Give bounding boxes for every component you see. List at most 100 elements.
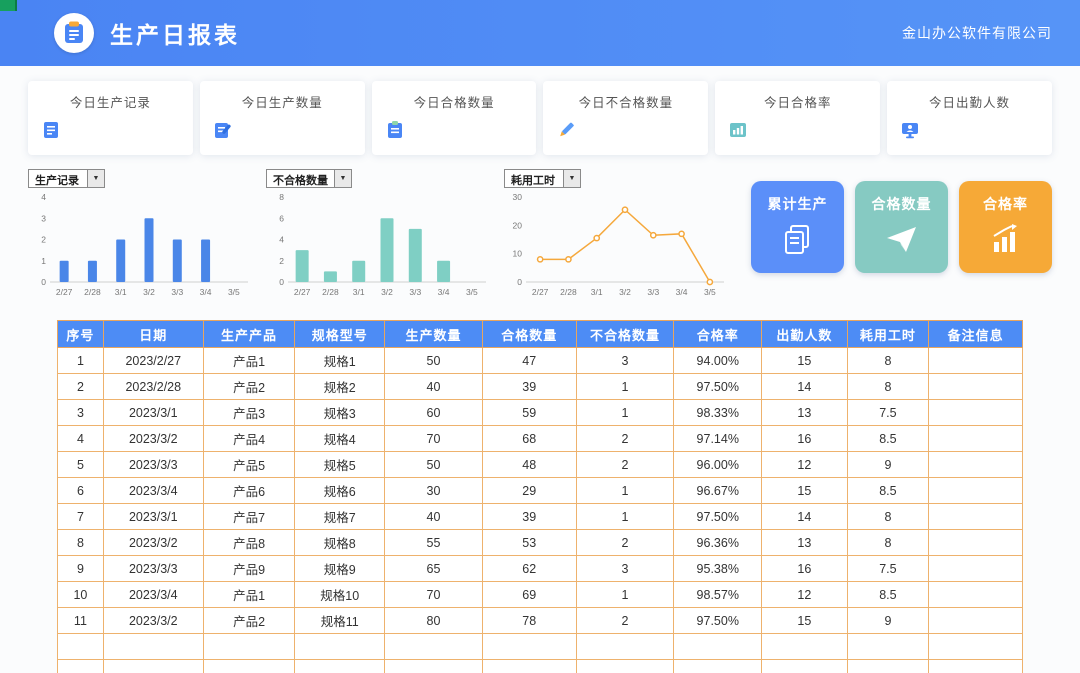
table-cell[interactable]: 2023/3/3 [102,451,204,478]
table-cell[interactable]: 47 [481,347,577,374]
table-cell[interactable]: 5 [57,451,104,478]
table-cell[interactable] [846,633,930,660]
table-cell[interactable]: 7.5 [846,555,930,582]
table-cell[interactable]: 2 [575,451,675,478]
table-cell[interactable]: 2023/3/1 [102,399,204,426]
table-cell[interactable] [928,633,1023,660]
table-cell[interactable]: 48 [481,451,577,478]
table-cell[interactable] [928,425,1023,452]
table-cell[interactable] [846,659,930,673]
table-cell[interactable]: 1 [57,347,104,374]
table-cell[interactable] [57,659,104,673]
table-cell[interactable]: 2023/3/3 [102,555,204,582]
table-cell[interactable]: 产品1 [202,347,296,374]
table-cell[interactable]: 2023/3/1 [102,503,204,530]
table-cell[interactable]: 规格7 [294,503,386,530]
table-cell[interactable]: 产品3 [202,399,296,426]
table-cell[interactable]: 39 [481,373,577,400]
table-cell[interactable]: 12 [761,451,848,478]
table-cell[interactable]: 96.67% [673,477,763,504]
table-cell[interactable]: 产品7 [202,503,296,530]
table-cell[interactable]: 2 [575,529,675,556]
table-cell[interactable]: 规格3 [294,399,386,426]
table-cell[interactable]: 9 [846,607,930,634]
chevron-down-icon[interactable]: ▼ [334,170,351,187]
table-cell[interactable]: 10 [57,581,104,608]
table-cell[interactable]: 50 [384,451,483,478]
table-cell[interactable]: 2023/3/4 [102,477,204,504]
table-cell[interactable]: 2023/3/2 [102,607,204,634]
table-cell[interactable] [673,633,763,660]
table-cell[interactable] [761,633,848,660]
table-cell[interactable]: 产品2 [202,373,296,400]
table-cell[interactable]: 8 [846,529,930,556]
table-cell[interactable] [928,607,1023,634]
table-cell[interactable]: 97.14% [673,425,763,452]
table-cell[interactable]: 62 [481,555,577,582]
table-cell[interactable]: 3 [575,555,675,582]
table-cell[interactable]: 规格1 [294,347,386,374]
table-cell[interactable]: 95.38% [673,555,763,582]
table-cell[interactable]: 29 [481,477,577,504]
table-cell[interactable]: 70 [384,425,483,452]
table-cell[interactable] [102,659,204,673]
table-cell[interactable] [928,555,1023,582]
table-cell[interactable]: 98.57% [673,581,763,608]
table-cell[interactable]: 2023/3/4 [102,581,204,608]
table-cell[interactable]: 8 [57,529,104,556]
table-cell[interactable]: 2 [575,425,675,452]
table-cell[interactable]: 2 [575,607,675,634]
table-cell[interactable]: 2 [57,373,104,400]
table-cell[interactable]: 15 [761,347,848,374]
table-cell[interactable]: 规格4 [294,425,386,452]
table-cell[interactable] [928,399,1023,426]
table-cell[interactable] [673,659,763,673]
table-cell[interactable]: 8 [846,503,930,530]
table-cell[interactable] [384,659,483,673]
table-cell[interactable] [928,581,1023,608]
chart-filter-production-records[interactable]: 生产记录 ▼ [28,169,105,188]
table-cell[interactable]: 96.00% [673,451,763,478]
table-cell[interactable]: 1 [575,581,675,608]
chart-filter-labor-hours[interactable]: 耗用工时 ▼ [504,169,581,188]
table-cell[interactable] [928,503,1023,530]
table-cell[interactable]: 60 [384,399,483,426]
table-cell[interactable]: 规格11 [294,607,386,634]
table-cell[interactable]: 11 [57,607,104,634]
table-cell[interactable]: 规格8 [294,529,386,556]
chevron-down-icon[interactable]: ▼ [563,170,580,187]
table-cell[interactable]: 2023/3/2 [102,425,204,452]
table-cell[interactable] [481,659,577,673]
table-cell[interactable] [57,633,104,660]
table-cell[interactable]: 98.33% [673,399,763,426]
table-cell[interactable]: 8 [846,347,930,374]
table-cell[interactable] [928,347,1023,374]
table-cell[interactable] [384,633,483,660]
table-cell[interactable]: 97.50% [673,373,763,400]
table-cell[interactable]: 97.50% [673,503,763,530]
table-cell[interactable]: 7 [57,503,104,530]
table-cell[interactable]: 8 [846,373,930,400]
table-cell[interactable]: 产品8 [202,529,296,556]
qualified-quantity-button[interactable]: 合格数量 [855,181,948,273]
table-cell[interactable]: 8.5 [846,425,930,452]
table-cell[interactable]: 80 [384,607,483,634]
table-cell[interactable] [575,633,675,660]
table-cell[interactable]: 产品2 [202,607,296,634]
table-cell[interactable]: 96.36% [673,529,763,556]
table-cell[interactable]: 8.5 [846,581,930,608]
table-cell[interactable]: 16 [761,555,848,582]
table-cell[interactable]: 40 [384,503,483,530]
table-cell[interactable]: 2023/2/28 [102,373,204,400]
table-cell[interactable]: 3 [57,399,104,426]
table-cell[interactable]: 1 [575,503,675,530]
table-cell[interactable]: 3 [575,347,675,374]
table-cell[interactable] [575,659,675,673]
table-cell[interactable]: 2023/2/27 [102,347,204,374]
table-cell[interactable]: 78 [481,607,577,634]
table-cell[interactable]: 产品4 [202,425,296,452]
chart-filter-unqualified-quantity[interactable]: 不合格数量 ▼ [266,169,352,188]
table-cell[interactable]: 14 [761,503,848,530]
table-cell[interactable] [928,529,1023,556]
table-cell[interactable]: 40 [384,373,483,400]
